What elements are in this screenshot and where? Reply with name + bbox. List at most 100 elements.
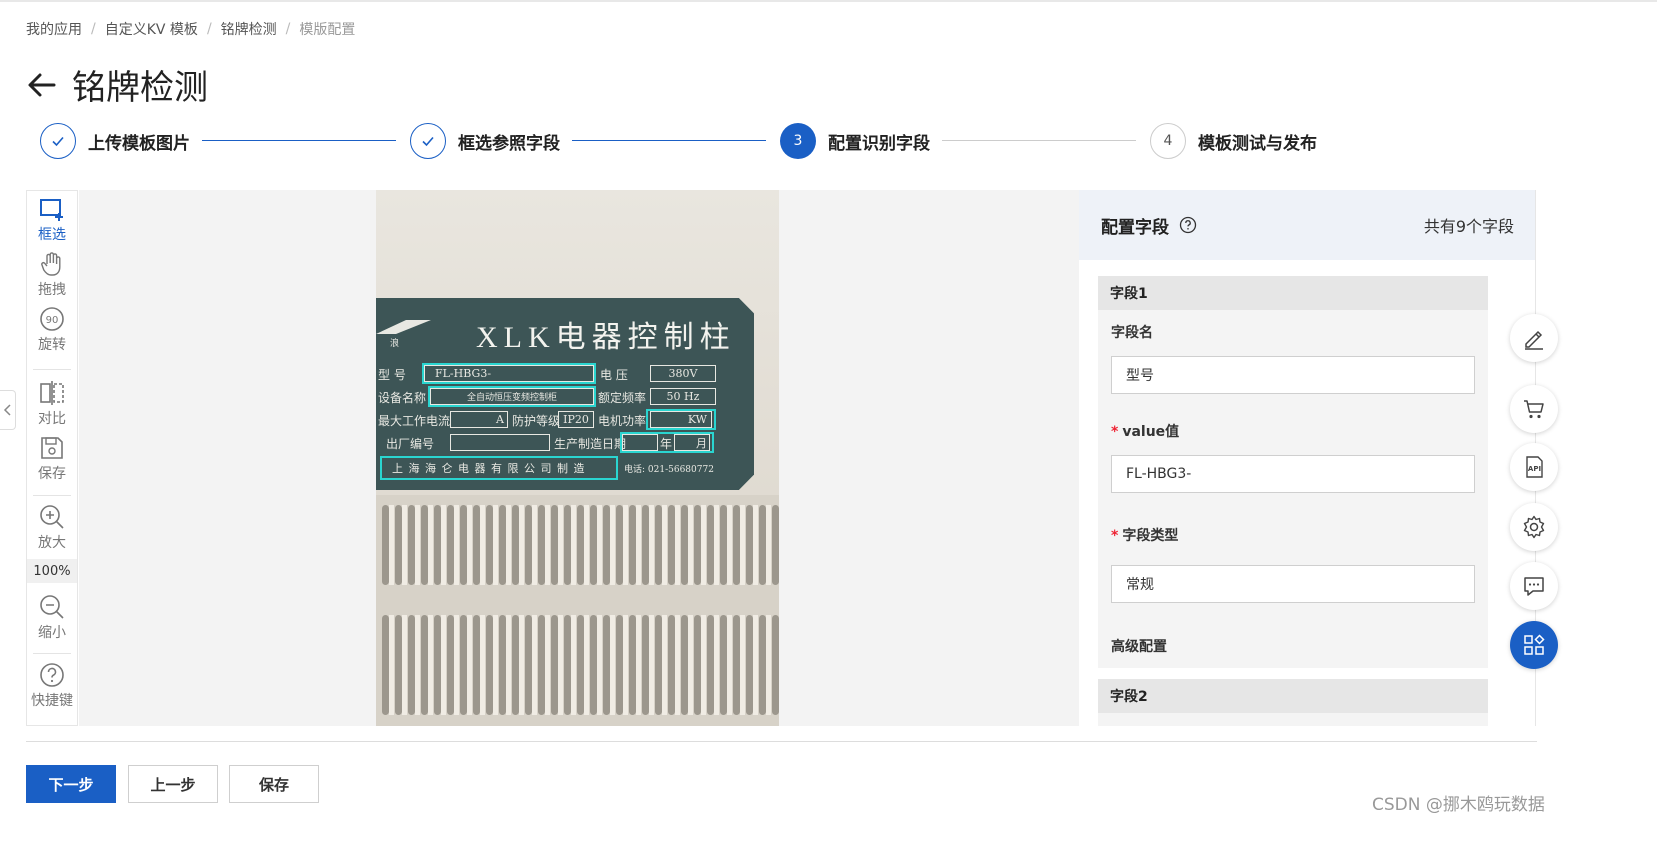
vent-slot (421, 505, 428, 585)
rotate-90-icon: 90 (40, 307, 64, 331)
vent-rib (467, 615, 472, 715)
step-1[interactable]: 上传模板图片 (40, 123, 190, 159)
voltage-label: 电 压 (600, 368, 628, 382)
selection-box[interactable] (422, 363, 596, 384)
check-icon (40, 123, 76, 159)
vent-slot (499, 505, 506, 585)
value-input[interactable]: FL-HBG3- (1111, 455, 1475, 493)
zoom-in-icon (40, 505, 64, 529)
breadcrumb-separator: / (91, 21, 96, 37)
collapse-left-button[interactable] (0, 390, 16, 430)
save-tool[interactable]: 保存 (27, 434, 77, 483)
vent-rib (454, 615, 459, 715)
rotate-tool[interactable]: 90 旋转 (27, 305, 77, 354)
select-tool[interactable]: 框选 (27, 195, 77, 244)
vent-slot (434, 615, 441, 715)
vent-slot (746, 615, 753, 715)
vent-slot (733, 505, 740, 585)
vent-slot (590, 615, 597, 715)
template-photo[interactable]: 浪 XLK电器控制柱 型 号 FL-HBG3- 电 压 380V 设备名称 全自… (376, 190, 779, 726)
protect-label: 防护等级 (512, 414, 561, 428)
breadcrumb-my-apps[interactable]: 我的应用 (26, 19, 82, 39)
zoom-out-tool[interactable]: 缩小 (27, 593, 77, 642)
compare-tool-label: 对比 (38, 411, 66, 427)
step-label: 模板测试与发布 (1198, 133, 1317, 154)
select-tool-label: 框选 (38, 227, 66, 243)
vent-rib (675, 505, 680, 585)
feedback-button[interactable] (1510, 562, 1558, 610)
step-connector (942, 140, 1136, 141)
step-2[interactable]: 框选参照字段 (410, 123, 560, 159)
protect-value: IP20 (558, 411, 594, 428)
vent-rib (740, 615, 745, 715)
serial-value (450, 434, 550, 451)
vent-rib (415, 615, 420, 715)
panel-header: 配置字段 共有9个字段 (1079, 190, 1535, 260)
current-unit: A (450, 411, 508, 428)
vent-rib (688, 615, 693, 715)
panel-title: 配置字段 (1101, 217, 1169, 238)
compare-tool[interactable]: 对比 (27, 379, 77, 428)
help-icon[interactable] (1179, 216, 1197, 234)
edit-button[interactable] (1510, 314, 1558, 362)
model-label: 型 号 (378, 368, 406, 382)
vent-slot (590, 505, 597, 585)
value-label: * value值 (1111, 421, 1179, 441)
vent-slot (681, 505, 688, 585)
vent-rib (727, 505, 732, 585)
vent-slot (551, 505, 558, 585)
vent-rib (454, 505, 459, 585)
field-type-select[interactable]: 常规 (1111, 565, 1475, 603)
vent-rib (545, 505, 550, 585)
vent-slot (707, 615, 714, 715)
vent-rib (415, 505, 420, 585)
field-count: 共有9个字段 (1423, 217, 1514, 236)
page-title: 铭牌检测 (72, 68, 208, 108)
image-canvas[interactable]: 浪 XLK电器控制柱 型 号 FL-HBG3- 电 压 380V 设备名称 全自… (79, 190, 1079, 726)
field-card: 字段2 (1098, 679, 1488, 726)
save-button[interactable]: 保存 (229, 765, 319, 803)
vent-rib (402, 505, 407, 585)
selection-box[interactable] (646, 409, 716, 430)
apps-button[interactable] (1510, 621, 1558, 669)
field-name-input[interactable]: 型号 (1111, 356, 1475, 394)
vent-rib (571, 615, 576, 715)
next-step-button[interactable]: 下一步 (26, 765, 116, 803)
breadcrumb-kv-template[interactable]: 自定义KV 模板 (105, 19, 198, 39)
vent-rib (493, 615, 498, 715)
field-header[interactable]: 字段1 (1098, 276, 1488, 310)
selection-box[interactable] (620, 432, 714, 453)
breadcrumb-nameplate[interactable]: 铭牌检测 (221, 19, 277, 39)
serial-label: 出厂编号 (386, 437, 435, 451)
vent-rib (519, 505, 524, 585)
back-arrow-icon[interactable] (26, 69, 58, 101)
freq-label: 额定频率 (598, 391, 647, 405)
panel-title-group: 配置字段 (1101, 213, 1197, 238)
vent-rib (675, 615, 680, 715)
selection-box[interactable] (380, 456, 618, 480)
field-header[interactable]: 字段2 (1098, 679, 1488, 713)
nameplate: 浪 XLK电器控制柱 型 号 FL-HBG3- 电 压 380V 设备名称 全自… (376, 298, 754, 490)
shortcuts-tool[interactable]: 快捷键 (27, 661, 77, 710)
zoom-in-tool[interactable]: 放大 (27, 503, 77, 552)
cart-button[interactable] (1510, 385, 1558, 433)
freq-value: 50 Hz (650, 388, 716, 405)
step-3[interactable]: 3 配置识别字段 (780, 123, 930, 159)
vent-slot (759, 505, 766, 585)
vent-slot (668, 615, 675, 715)
svg-text:API: API (1528, 465, 1541, 473)
advanced-config-link[interactable]: 高级配置 (1111, 636, 1167, 656)
vent-rib (649, 615, 654, 715)
step-4[interactable]: 4 模板测试与发布 (1150, 123, 1317, 159)
prev-step-button[interactable]: 上一步 (128, 765, 218, 803)
step-number: 4 (1150, 123, 1186, 159)
watermark: CSDN @挪木鸥玩数据 (1372, 795, 1545, 815)
vent-rib (753, 505, 758, 585)
drag-tool[interactable]: 拖拽 (27, 250, 77, 299)
vent-slot (629, 505, 636, 585)
selection-box[interactable] (428, 386, 596, 407)
settings-button[interactable] (1510, 503, 1558, 551)
api-button[interactable]: API (1510, 443, 1558, 491)
vent-slot (720, 615, 727, 715)
vent-rib (441, 615, 446, 715)
